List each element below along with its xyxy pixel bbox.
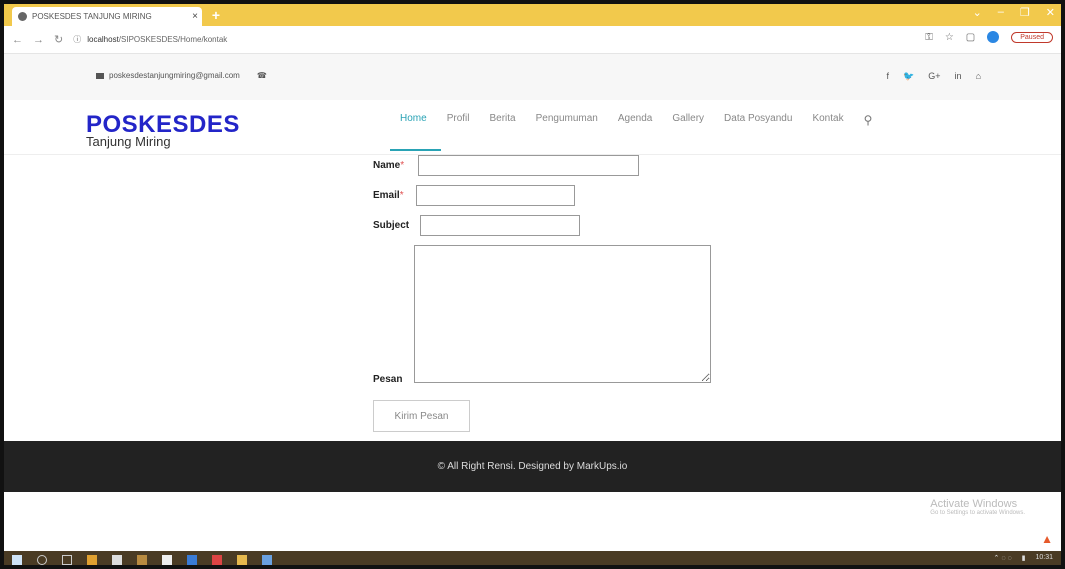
store-icon[interactable] [112, 555, 122, 565]
clock[interactable]: 10:31 [1035, 554, 1053, 562]
nav-item-home[interactable]: Home [390, 113, 441, 151]
url-field[interactable]: ⓘ localhost/SIPOSKESDES/Home/kontak [73, 34, 227, 45]
email-text[interactable]: poskesdestanjungmiring@gmail.com [109, 71, 240, 80]
browser-actions: ⚿ ☆ ▢ Paused [925, 31, 1053, 43]
nav-item-pengumuman[interactable]: Pengumuman [536, 113, 598, 127]
required-mark: * [399, 190, 404, 201]
url-host: localhost [87, 35, 119, 44]
twitter-icon[interactable]: 🐦 [903, 71, 914, 82]
maximize-icon[interactable]: ❐ [1020, 6, 1030, 19]
nav-item-agenda[interactable]: Agenda [618, 113, 652, 127]
reload-icon[interactable]: ↻ [54, 33, 63, 46]
site-footer: © All Right Rensi. Designed by MarkUps.i… [4, 441, 1061, 492]
app-yellow-icon[interactable] [237, 555, 247, 565]
social-links: f 🐦 G+ in ⌂ [887, 71, 981, 82]
files-icon[interactable] [162, 555, 172, 565]
windows-taskbar: ⌃ ◌ ◌ ▮ 10:31 [4, 551, 1061, 565]
explorer-icon[interactable] [187, 555, 197, 565]
email-label: Email* [373, 190, 404, 201]
key-icon[interactable]: ⚿ [925, 32, 933, 43]
nav-item-berita[interactable]: Berita [489, 113, 515, 127]
site-logo[interactable]: POSKESDES Tanjung Miring [86, 111, 240, 149]
close-tab-icon[interactable]: × [188, 11, 202, 22]
start-icon[interactable] [12, 555, 22, 565]
app-blue-icon[interactable] [262, 555, 272, 565]
search-icon[interactable]: ⚲ [864, 113, 873, 127]
subject-label: Subject [373, 220, 410, 231]
page-bottom: Activate Windows Go to Settings to activ… [4, 492, 1061, 552]
logo-title: POSKESDES [86, 111, 240, 138]
app-icon[interactable] [137, 555, 147, 565]
info-icon: ⓘ [73, 35, 82, 44]
notification-icon[interactable]: ▮ [1022, 554, 1026, 562]
subject-field[interactable] [420, 215, 580, 236]
scroll-top-icon[interactable]: ▲ [1041, 532, 1053, 546]
star-icon[interactable]: ☆ [945, 32, 954, 43]
watermark-subtitle: Go to Settings to activate Windows. [930, 510, 1025, 516]
linkedin-icon[interactable]: in [955, 71, 962, 82]
site-header: POSKESDES Tanjung Miring Home Profil Ber… [4, 100, 1061, 155]
top-info-bar: poskesdestanjungmiring@gmail.com ☎ f 🐦 G… [4, 54, 1061, 100]
mail-icon [96, 72, 104, 79]
tab-strip: POSKESDES TANJUNG MIRING × + ⌄ – ❐ ✕ [4, 4, 1061, 26]
chevron-down-icon[interactable]: ⌄ [973, 6, 982, 19]
close-window-icon[interactable]: ✕ [1046, 6, 1055, 19]
footer-copyright: © All Right Rensi. Designed by MarkUps.i… [437, 461, 628, 472]
activate-windows-watermark: Activate Windows Go to Settings to activ… [930, 498, 1025, 516]
browser-window: POSKESDES TANJUNG MIRING × + ⌄ – ❐ ✕ ← →… [0, 0, 1065, 569]
system-tray: ⌃ ◌ ◌ ▮ 10:31 [994, 554, 1053, 562]
kirim-pesan-button[interactable]: Kirim Pesan [373, 400, 470, 432]
favicon-icon [18, 12, 27, 21]
network-icon[interactable]: ⌃ ◌ ◌ [994, 554, 1012, 562]
nav-item-profil[interactable]: Profil [447, 113, 470, 127]
task-view-icon[interactable] [62, 555, 72, 565]
pesan-label: Pesan [373, 374, 403, 385]
app-red-icon[interactable] [212, 555, 222, 565]
nav-item-gallery[interactable]: Gallery [672, 113, 704, 127]
nav-item-kontak[interactable]: Kontak [812, 113, 843, 127]
back-icon[interactable]: ← [12, 34, 23, 46]
phone-icon: ☎ [256, 71, 267, 80]
new-tab-button[interactable]: + [209, 8, 223, 22]
contact-email: poskesdestanjungmiring@gmail.com ☎ [96, 71, 267, 80]
search-taskbar-icon[interactable] [37, 555, 47, 565]
profile-avatar[interactable] [987, 31, 1000, 43]
email-field[interactable] [416, 185, 575, 206]
nav-item-data-posyandu[interactable]: Data Posyandu [724, 113, 792, 127]
main-nav: Home Profil Berita Pengumuman Agenda Gal… [390, 113, 873, 151]
google-plus-icon[interactable]: G+ [928, 71, 940, 82]
required-mark: * [400, 160, 405, 171]
watermark-title: Activate Windows [930, 498, 1018, 510]
contact-form: Name* Email* Subject Pesan Kirim Pesan [4, 155, 1061, 441]
facebook-icon[interactable]: f [887, 71, 890, 82]
browser-tab[interactable]: POSKESDES TANJUNG MIRING × [12, 7, 202, 26]
address-bar: ← → ↻ ⓘ localhost/SIPOSKESDES/Home/konta… [4, 26, 1061, 54]
home-icon[interactable]: ⌂ [976, 71, 981, 82]
tab-title: POSKESDES TANJUNG MIRING [32, 12, 152, 21]
extension-icon[interactable]: ▢ [966, 32, 975, 43]
forward-icon[interactable]: → [33, 34, 44, 46]
url-path: /SIPOSKESDES/Home/kontak [118, 35, 228, 44]
chrome-taskbar-icon[interactable] [87, 555, 97, 565]
window-controls: ⌄ – ❐ ✕ [973, 6, 1055, 19]
paused-badge[interactable]: Paused [1011, 31, 1053, 43]
pesan-field[interactable] [414, 245, 711, 383]
name-field[interactable] [418, 155, 639, 176]
minimize-icon[interactable]: – [998, 6, 1004, 19]
name-label: Name* [373, 160, 405, 171]
